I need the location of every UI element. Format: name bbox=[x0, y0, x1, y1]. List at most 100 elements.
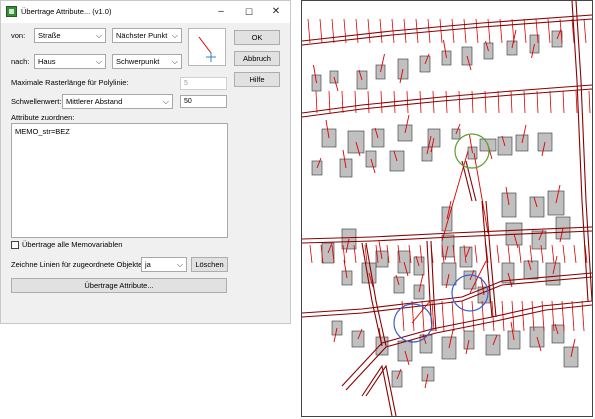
zeichne-label: Zeichne Linien für zugeordnete Objekte: bbox=[11, 260, 145, 269]
schwellenwert-select[interactable]: Mittlerer Abstand ⌵ bbox=[62, 94, 173, 109]
map-view[interactable] bbox=[301, 0, 593, 417]
link-line bbox=[531, 300, 535, 332]
link-line bbox=[501, 300, 505, 332]
link-line bbox=[551, 244, 555, 264]
uebertrage-button[interactable]: Übertrage Attribute... bbox=[11, 278, 227, 293]
max-raster-label: Maximale Rasterlänge für Polylinie: bbox=[11, 78, 129, 87]
nach-layer-select[interactable]: Haus ⌵ bbox=[34, 54, 106, 69]
link-line bbox=[367, 90, 370, 114]
close-button[interactable]: ✕ bbox=[261, 1, 291, 23]
link-line bbox=[511, 18, 515, 44]
minimize-button[interactable]: – bbox=[206, 1, 236, 23]
schwellenwert-input[interactable]: 50 bbox=[180, 95, 227, 108]
max-raster-input[interactable]: 5 bbox=[180, 77, 227, 90]
hilfe-button[interactable]: Hilfe bbox=[234, 72, 280, 87]
link-line bbox=[309, 244, 313, 264]
schwellenwert-label: Schwellenwert: bbox=[11, 97, 62, 106]
nach-method-value: Schwerpunkt bbox=[116, 57, 160, 66]
link-line bbox=[380, 90, 383, 114]
link-line bbox=[343, 18, 347, 44]
direction-preview bbox=[188, 28, 226, 66]
link-line bbox=[341, 90, 344, 114]
link-line bbox=[496, 244, 500, 264]
link-line bbox=[562, 244, 566, 264]
zeichne-select[interactable]: ja ⌵ bbox=[141, 257, 187, 272]
link-line bbox=[549, 90, 552, 114]
memo-checkbox-label: Übertrage alle Memovariablen bbox=[22, 240, 123, 249]
street-line bbox=[571, 1, 589, 302]
app-icon bbox=[6, 6, 17, 17]
window-title: Übertrage Attribute... (v1.0) bbox=[21, 7, 112, 16]
nach-layer-value: Haus bbox=[38, 57, 56, 66]
link-line bbox=[367, 18, 371, 44]
transfer-attributes-dialog: Übertrage Attribute... (v1.0) – ☐ ✕ von:… bbox=[0, 0, 291, 324]
link-line bbox=[497, 90, 500, 114]
link-line bbox=[575, 90, 578, 114]
chevron-down-icon: ⌵ bbox=[176, 260, 183, 269]
street-line bbox=[575, 1, 592, 302]
ok-button[interactable]: OK bbox=[234, 30, 280, 45]
attribute-label: Attribute zuordnen: bbox=[11, 113, 75, 122]
link-line bbox=[518, 244, 522, 264]
highlight-circle-blue bbox=[393, 303, 433, 343]
link-line bbox=[403, 18, 407, 44]
link-line bbox=[461, 300, 465, 332]
link-line bbox=[475, 18, 479, 44]
link-line bbox=[431, 300, 435, 332]
link-line bbox=[588, 90, 591, 114]
loeschen-button[interactable]: Löschen bbox=[191, 257, 228, 272]
link-line bbox=[510, 90, 513, 114]
link-line bbox=[562, 90, 565, 114]
link-line bbox=[379, 18, 383, 44]
von-layer-select[interactable]: Straße ⌵ bbox=[34, 28, 106, 43]
street-line bbox=[365, 364, 397, 416]
link-line bbox=[427, 18, 431, 44]
link-line bbox=[536, 90, 539, 114]
link-line bbox=[573, 244, 577, 264]
link-line bbox=[458, 90, 461, 114]
arrow-line-icon bbox=[198, 36, 216, 62]
link-line bbox=[415, 18, 419, 44]
link-line bbox=[511, 300, 515, 332]
zeichne-value: ja bbox=[145, 260, 151, 269]
link-line bbox=[484, 90, 487, 114]
von-method-select[interactable]: Nächster Punkt ⌵ bbox=[112, 28, 182, 43]
link-line bbox=[451, 300, 455, 332]
abbruch-button[interactable]: Abbruch bbox=[234, 51, 280, 66]
memo-checkbox[interactable] bbox=[11, 241, 19, 249]
chevron-down-icon: ⌵ bbox=[95, 31, 102, 40]
link-line bbox=[471, 300, 475, 332]
link-line bbox=[307, 18, 311, 44]
link-line bbox=[463, 18, 467, 44]
nach-label: nach: bbox=[11, 57, 30, 66]
link-line bbox=[521, 300, 525, 332]
link-line bbox=[315, 90, 318, 114]
link-line bbox=[571, 300, 575, 332]
link-line bbox=[451, 18, 455, 44]
link-line bbox=[419, 90, 422, 114]
schwellenwert-mode-value: Mittlerer Abstand bbox=[66, 97, 123, 106]
link-line bbox=[411, 300, 415, 332]
link-line bbox=[445, 90, 448, 114]
link-line bbox=[523, 18, 527, 44]
attribute-textarea[interactable]: MEMO_str=BEZ bbox=[11, 123, 228, 238]
von-layer-value: Straße bbox=[38, 31, 61, 40]
von-label: von: bbox=[11, 31, 26, 40]
maximize-button[interactable]: ☐ bbox=[234, 1, 264, 23]
link-line bbox=[441, 150, 469, 242]
link-line bbox=[401, 300, 405, 332]
link-line bbox=[499, 18, 503, 44]
chevron-down-icon: ⌵ bbox=[95, 57, 102, 66]
link-line bbox=[474, 244, 478, 264]
von-method-value: Nächster Punkt bbox=[116, 31, 168, 40]
buildings-layer bbox=[311, 30, 579, 388]
chevron-down-icon: ⌵ bbox=[171, 31, 178, 40]
link-line bbox=[331, 18, 335, 44]
link-line bbox=[583, 18, 587, 44]
title-bar[interactable]: Übertrage Attribute... (v1.0) – ☐ ✕ bbox=[1, 1, 290, 23]
nach-method-select[interactable]: Schwerpunkt ⌵ bbox=[112, 54, 182, 69]
map-canvas[interactable] bbox=[302, 1, 592, 416]
chevron-down-icon: ⌵ bbox=[171, 57, 178, 66]
chevron-down-icon: ⌵ bbox=[162, 97, 169, 106]
link-line bbox=[507, 244, 511, 264]
